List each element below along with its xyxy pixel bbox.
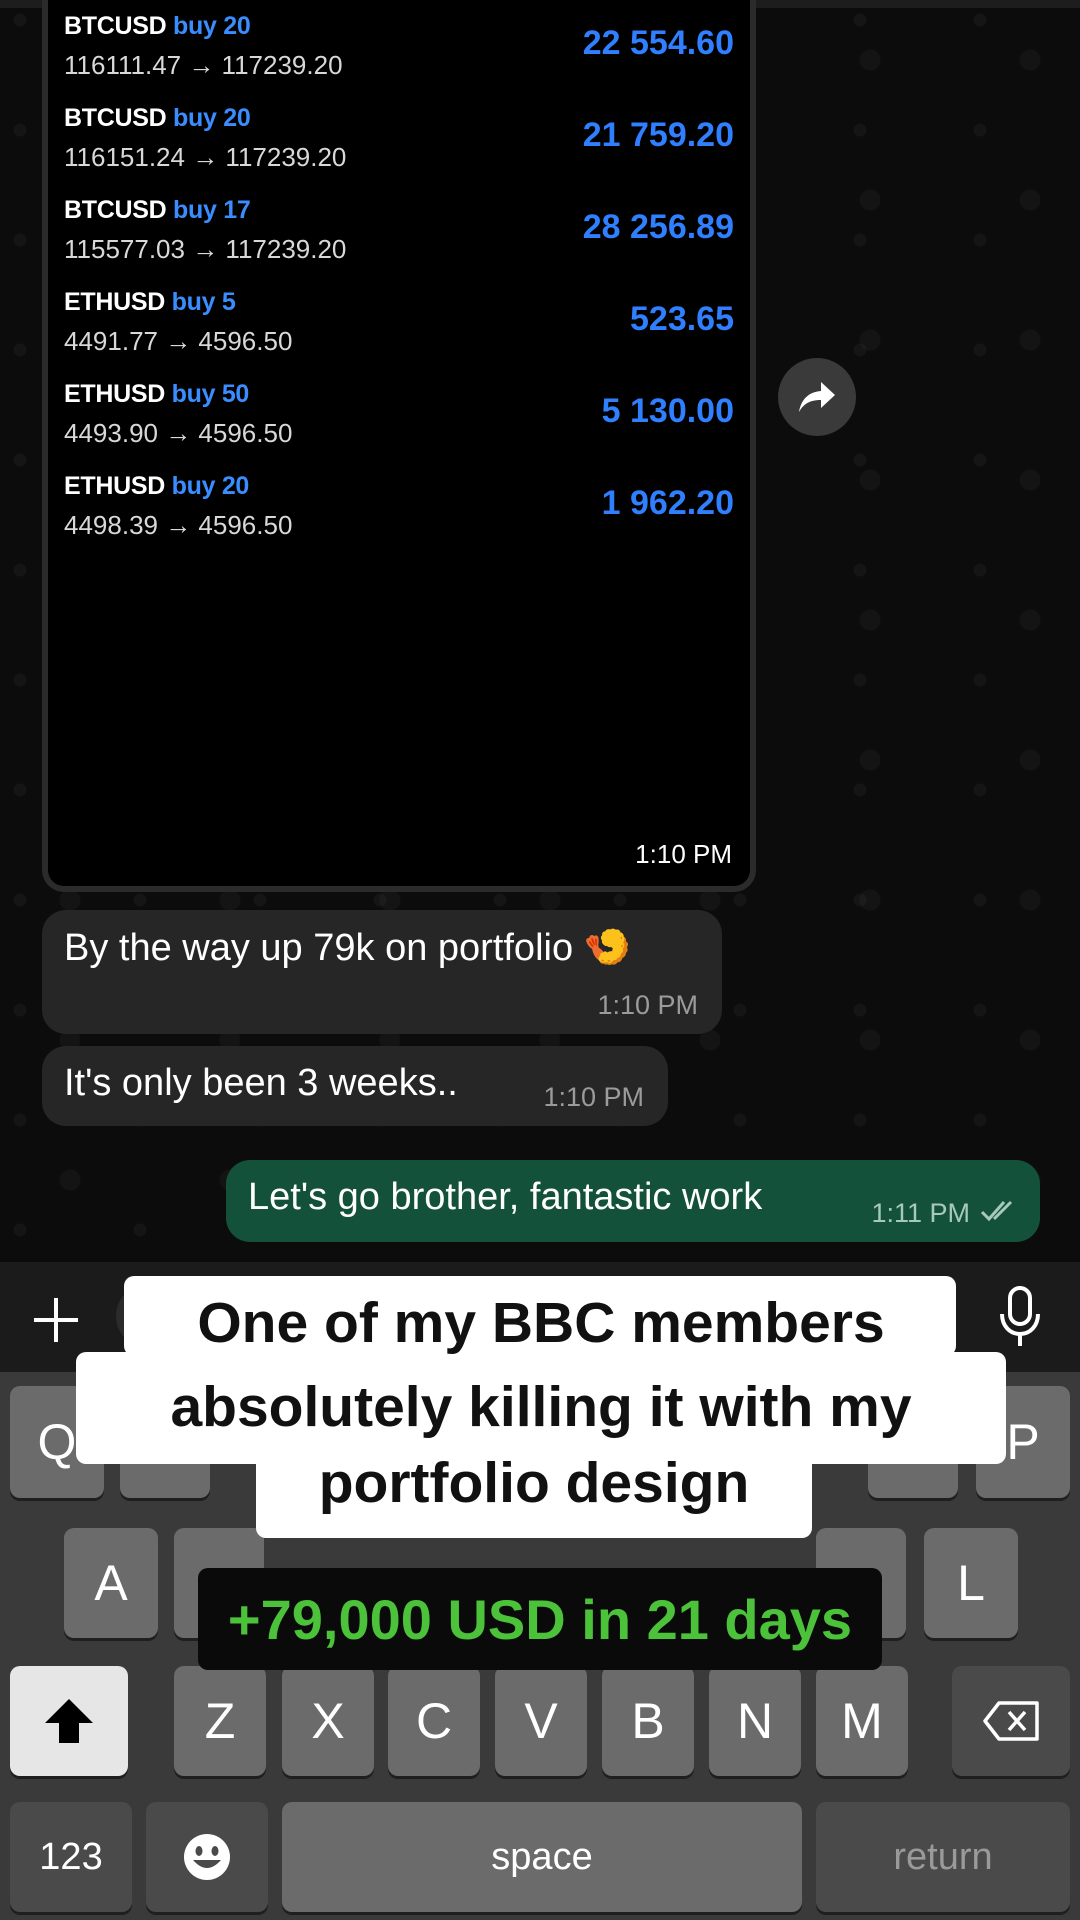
trade-symbol: ETHUSD buy 5 xyxy=(64,288,236,316)
message-time: 1:10 PM xyxy=(543,1082,644,1112)
trade-symbol: ETHUSD buy 50 xyxy=(64,380,250,408)
trade-prices: 115577.03 → 117239.20 xyxy=(64,234,347,264)
trade-row: BTCUSD buy 17 115577.03 → 117239.20 28 2… xyxy=(64,196,734,288)
forward-button[interactable] xyxy=(778,358,856,436)
key-b[interactable]: B xyxy=(602,1666,694,1776)
outgoing-message[interactable]: Let's go brother, fantastic work 1:11 PM xyxy=(226,1160,1040,1242)
plus-icon[interactable] xyxy=(32,1296,80,1344)
trade-profit: 22 554.60 xyxy=(582,24,734,62)
message-time: 1:11 PM xyxy=(871,1198,970,1228)
caption-line: absolutely killing it with my xyxy=(170,1375,912,1439)
key-a[interactable]: A xyxy=(64,1528,158,1638)
trade-prices: 4493.90 → 4596.50 xyxy=(64,418,293,448)
trade-row: ETHUSD buy 50 4493.90 → 4596.50 5 130.00 xyxy=(64,380,734,472)
gain-banner: +79,000 USD in 21 days xyxy=(198,1568,882,1670)
shift-icon xyxy=(45,1699,93,1743)
emoji-key[interactable] xyxy=(146,1802,268,1912)
image-message[interactable]: BTCUSD buy 20 116111.47 → 117239.20 22 5… xyxy=(42,0,756,892)
trade-symbol: BTCUSD buy 20 xyxy=(64,104,251,132)
message-text: By the way up 79k on portfolio 🍤 xyxy=(64,927,631,969)
return-key[interactable]: return xyxy=(816,1802,1070,1912)
trade-symbol: ETHUSD buy 20 xyxy=(64,472,250,500)
caption-line: portfolio design xyxy=(318,1451,750,1515)
trade-symbol: BTCUSD buy 17 xyxy=(64,196,251,224)
key-z[interactable]: Z xyxy=(174,1666,266,1776)
key-m[interactable]: M xyxy=(816,1666,908,1776)
trade-symbol: BTCUSD buy 20 xyxy=(64,12,251,40)
message-text: It's only been 3 weeks.. xyxy=(64,1062,458,1104)
key-x[interactable]: X xyxy=(282,1666,374,1776)
trade-profit: 5 130.00 xyxy=(601,392,734,430)
key-l[interactable]: L xyxy=(924,1528,1018,1638)
trade-prices: 4491.77 → 4596.50 xyxy=(64,326,293,356)
trade-profit: 28 256.89 xyxy=(582,208,734,246)
incoming-message[interactable]: It's only been 3 weeks.. 1:10 PM xyxy=(42,1046,668,1126)
incoming-message[interactable]: By the way up 79k on portfolio 🍤 1:10 PM xyxy=(42,910,722,1034)
key-n[interactable]: N xyxy=(709,1666,801,1776)
trade-profit: 1 962.20 xyxy=(601,484,734,522)
trade-row: ETHUSD buy 20 4498.39 → 4596.50 1 962.20 xyxy=(64,472,734,564)
key-v[interactable]: V xyxy=(495,1666,587,1776)
trade-profit: 21 759.20 xyxy=(582,116,734,154)
trade-prices: 116151.24 → 117239.20 xyxy=(64,142,347,172)
trade-row: BTCUSD buy 20 116111.47 → 117239.20 22 5… xyxy=(64,12,734,104)
forward-icon xyxy=(799,382,835,412)
trade-prices: 4498.39 → 4596.50 xyxy=(64,510,293,540)
caption-line: One of my BBC members xyxy=(197,1291,885,1355)
read-receipt-icon xyxy=(980,1200,1013,1222)
numbers-key[interactable]: 123 xyxy=(10,1802,132,1912)
key-c[interactable]: C xyxy=(388,1666,480,1776)
message-time: 1:10 PM xyxy=(597,990,698,1020)
space-key[interactable]: space xyxy=(282,1802,802,1912)
emoji-icon xyxy=(184,1834,230,1880)
trade-row: BTCUSD buy 20 116151.24 → 117239.20 21 7… xyxy=(64,104,734,196)
trade-row: ETHUSD buy 5 4491.77 → 4596.50 523.65 xyxy=(64,288,734,380)
backspace-key[interactable] xyxy=(952,1666,1070,1776)
trade-prices: 116111.47 → 117239.20 xyxy=(64,50,343,80)
backspace-icon xyxy=(983,1701,1039,1741)
shift-key[interactable] xyxy=(10,1666,128,1776)
trade-profit: 523.65 xyxy=(630,300,734,338)
message-time: 1:10 PM xyxy=(635,839,732,869)
message-text: Let's go brother, fantastic work xyxy=(248,1176,763,1218)
